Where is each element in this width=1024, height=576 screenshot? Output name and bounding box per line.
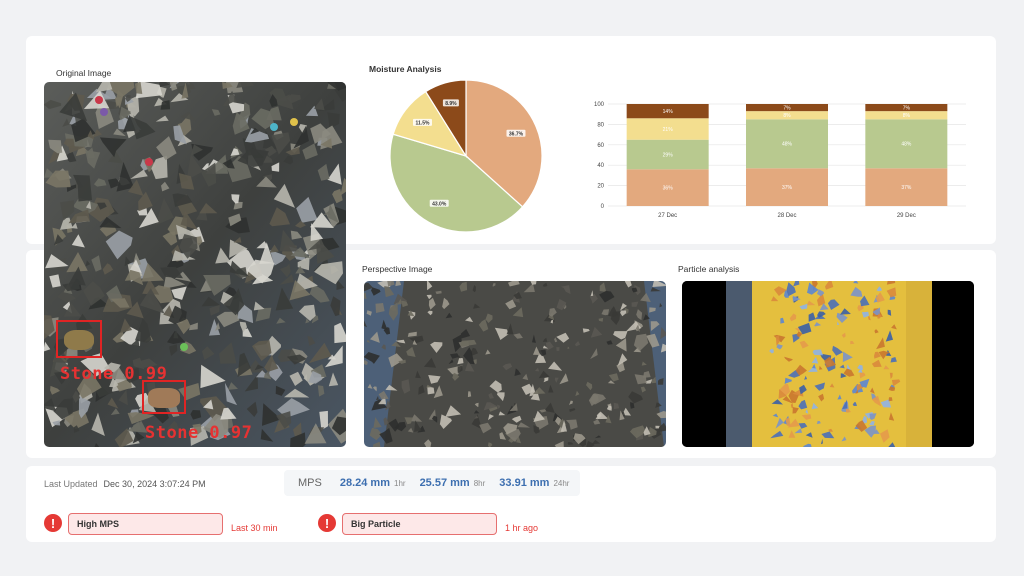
x-tick-label: 27 Dec <box>658 213 677 219</box>
pie-data-label: 11.5% <box>416 121 430 127</box>
y-tick-label: 100 <box>594 102 605 108</box>
particle-analysis-label: Particle analysis <box>678 264 740 274</box>
bar-data-label: 8% <box>903 113 911 119</box>
colored-fragment <box>100 108 108 116</box>
mps-period-1hr: 1hr <box>394 478 406 488</box>
pie-data-label: 36.7% <box>509 132 524 138</box>
moisture-analysis-title: Moisture Analysis <box>369 64 442 74</box>
moisture-stacked-bar-chart: 0 20 40 60 80 100 36% 29% 21% 14% 27 Dec 37% 48% 8% 7%… <box>594 102 966 219</box>
texture-fragment <box>556 347 560 351</box>
pie-data-label: 43.0% <box>432 202 447 208</box>
y-tick-label: 80 <box>597 122 604 128</box>
mps-value-1hr: 28.24 mm <box>339 477 390 489</box>
bar-data-label: 36% <box>663 185 674 191</box>
y-tick-label: 20 <box>597 184 604 190</box>
last-updated: Last Updated Dec 30, 2024 3:07:24 PM <box>44 479 206 489</box>
alert-big-particle[interactable]: Big Particle <box>342 513 497 535</box>
alert-icon: ! <box>44 514 62 532</box>
bar-data-label: 37% <box>901 185 912 191</box>
colored-fragment <box>180 343 188 351</box>
y-tick-label: 0 <box>601 204 605 210</box>
y-tick-label: 40 <box>597 163 604 169</box>
pie-data-label: 8.9% <box>445 101 457 107</box>
x-tick-label: 29 Dec <box>897 213 916 219</box>
alert-high-mps-time: Last 30 min <box>231 523 278 533</box>
particle-analysis-image[interactable] <box>682 281 974 447</box>
colored-fragment <box>95 96 103 104</box>
bar-data-label: 14% <box>663 109 674 115</box>
bar-data-label: 29% <box>663 152 674 158</box>
original-image[interactable] <box>44 82 346 447</box>
bar-data-label: 8% <box>783 113 791 119</box>
bar-data-label: 7% <box>903 105 911 111</box>
mps-period-8hr: 8hr <box>473 478 486 488</box>
detection-box-1 <box>56 320 102 358</box>
waste-pile-image <box>44 82 346 447</box>
bar-data-label: 48% <box>782 142 793 148</box>
y-tick-label: 60 <box>597 143 604 149</box>
last-updated-value: Dec 30, 2024 3:07:24 PM <box>103 479 206 489</box>
alert-big-particle-time: 1 hr ago <box>505 523 539 533</box>
original-image-label: Original Image <box>56 68 112 78</box>
mps-period-24hr: 24hr <box>553 478 570 488</box>
stone-object <box>148 388 180 408</box>
mps-value-8hr: 25.57 mm <box>419 477 470 489</box>
bar-data-label: 7% <box>783 105 791 111</box>
colored-fragment <box>270 123 278 131</box>
alert-high-mps[interactable]: High MPS <box>68 513 223 535</box>
bar-data-label: 37% <box>782 185 793 191</box>
mps-title: MPS <box>298 477 322 489</box>
alert-icon: ! <box>318 514 336 532</box>
moisture-pie-chart: 36.7% 43.0% 11.5% 8.9% <box>389 79 543 233</box>
bar-data-label: 48% <box>901 142 912 148</box>
mps-panel: MPS 28.24 mm 1hr 25.57 mm 8hr 33.91 mm 2… <box>284 470 580 496</box>
belt-perspective-image <box>364 281 666 447</box>
bar-data-label: 21% <box>663 127 674 133</box>
perspective-image-label: Perspective Image <box>362 264 433 274</box>
x-tick-label: 28 Dec <box>777 213 796 219</box>
colored-fragment <box>145 158 153 166</box>
last-updated-label: Last Updated <box>44 479 98 489</box>
stone-object <box>64 330 94 350</box>
texture-fragment <box>888 397 893 402</box>
particle-segmentation-image <box>682 281 974 447</box>
detection-label-2: Stone 0.97 <box>145 423 253 443</box>
colored-fragment <box>290 118 298 126</box>
detection-box-2 <box>142 380 186 414</box>
mps-value-24hr: 33.91 mm <box>499 477 550 489</box>
perspective-image[interactable] <box>364 281 666 447</box>
